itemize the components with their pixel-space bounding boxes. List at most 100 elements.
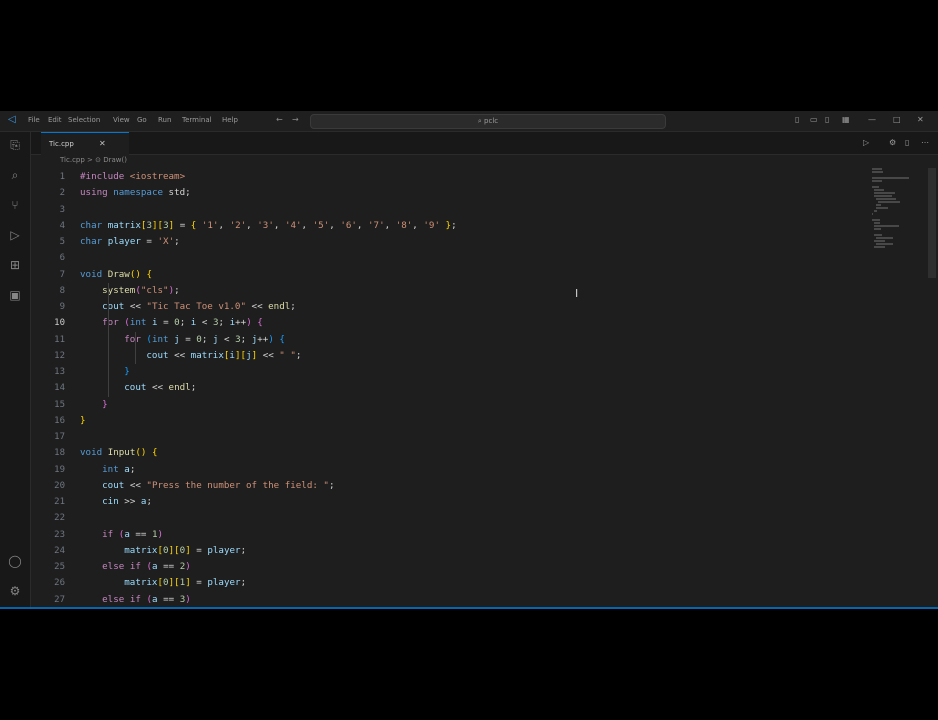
line-number: 5 <box>59 237 65 247</box>
code-line[interactable]: else if (a == 2) <box>80 559 191 575</box>
menu-item-run[interactable]: Run <box>158 116 171 124</box>
code-token: << <box>257 349 280 361</box>
code-token: ; <box>218 317 230 329</box>
menu-item-terminal[interactable]: Terminal <box>182 116 212 124</box>
code-token: cout <box>146 349 169 361</box>
code-line[interactable]: if (a == 1) <box>80 527 163 543</box>
source-control-icon[interactable]: ⑂ <box>8 198 22 212</box>
gear-icon[interactable]: ⚙ <box>8 584 22 598</box>
menu-item-file[interactable]: File <box>28 116 40 124</box>
code-line[interactable]: #include <iostream> <box>80 169 185 185</box>
menu-item-selection[interactable]: Selection <box>68 116 100 124</box>
code-line[interactable]: } <box>80 397 108 413</box>
run-debug-icon[interactable]: ▷ <box>8 228 22 242</box>
code-token: = <box>179 333 197 345</box>
title-bar: ◁ File Edit Selection View Go Run Terminal Help… <box>0 111 938 132</box>
menu-item-help[interactable]: Help <box>222 116 238 124</box>
toggle-panel-icon[interactable]: ▭ <box>810 115 818 124</box>
code-token: Input <box>107 447 136 459</box>
code-line[interactable]: void Draw() { <box>80 267 152 283</box>
search-text: pclc <box>484 117 499 125</box>
code-token: for <box>102 317 119 329</box>
minimap[interactable] <box>872 168 922 258</box>
code-token: = <box>157 317 175 329</box>
code-line[interactable]: else if (a == 3) <box>80 592 191 608</box>
code-line[interactable]: matrix[0][1] = player; <box>80 575 246 591</box>
code-token: ) <box>185 593 191 605</box>
tab-tic-cpp[interactable]: Tic.cpp ✕ <box>41 132 129 155</box>
code-token: player <box>207 577 241 589</box>
line-number: 10 <box>54 318 65 329</box>
minimap-line <box>874 210 877 212</box>
code-token: >> <box>118 496 141 507</box>
minimap-line <box>874 246 885 248</box>
code-line[interactable]: cin >> a; <box>80 494 152 510</box>
code-line[interactable]: system("cls"); <box>80 283 180 299</box>
mouse-cursor-icon: I <box>575 287 579 300</box>
code-line[interactable]: for (int j = 0; j < 3; j++) { <box>80 332 285 348</box>
vertical-scrollbar[interactable] <box>928 168 936 278</box>
menu-item-edit[interactable]: Edit <box>48 116 62 124</box>
files-icon[interactable]: ⎘ <box>8 138 22 152</box>
code-token: cout <box>124 382 147 394</box>
breadcrumb[interactable]: Tic.cpp > ⊙ Draw() <box>60 156 127 164</box>
code-line[interactable]: cout << "Press the number of the field: … <box>80 478 334 494</box>
code-line[interactable]: matrix[0][0] = player; <box>80 543 246 559</box>
code-line[interactable]: cout << matrix[i][j] << " "; <box>80 348 301 364</box>
code-token: if <box>102 528 114 540</box>
code-token: ; <box>240 544 247 556</box>
search-icon[interactable]: ⌕ <box>8 168 22 182</box>
code-token: void <box>80 268 103 280</box>
debug-icon[interactable]: ⚙ <box>889 138 896 147</box>
maximize-icon[interactable]: □ <box>893 115 901 124</box>
code-token: int <box>102 463 119 475</box>
code-line[interactable]: char matrix[3][3] = { '1', '2', '3', '4'… <box>80 218 457 234</box>
menu-item-view[interactable]: View <box>113 116 130 124</box>
split-editor-icon[interactable]: ▯ <box>905 138 909 147</box>
minimap-line <box>876 198 897 200</box>
more-actions-icon[interactable]: ⋯ <box>921 138 929 147</box>
extensions-icon[interactable]: ⊞ <box>8 258 22 272</box>
code-token: '1' <box>201 219 219 231</box>
code-line[interactable]: } <box>80 413 86 429</box>
close-icon[interactable]: ✕ <box>917 115 924 124</box>
code-token: namespace <box>113 187 164 199</box>
code-line[interactable]: int a; <box>80 462 135 478</box>
code-line[interactable]: char player = 'X'; <box>80 234 180 250</box>
code-token: = <box>174 219 191 231</box>
run-icon[interactable]: ▷ <box>863 138 869 147</box>
line-number: 16 <box>54 415 65 426</box>
menu-item-go[interactable]: Go <box>137 116 147 124</box>
code-line[interactable]: void Input() { <box>80 445 158 461</box>
account-icon[interactable]: ◯ <box>8 554 22 568</box>
forward-button[interactable]: → <box>292 115 299 124</box>
minimize-icon[interactable]: — <box>868 115 876 124</box>
minimap-line <box>878 201 900 203</box>
code-token: < <box>218 333 236 345</box>
code-line[interactable]: cout << "Tic Tac Toe v1.0" << endl; <box>80 299 296 315</box>
code-token: player <box>107 236 141 247</box>
minimap-line <box>876 243 893 245</box>
toggle-primary-sidebar-icon[interactable]: ▯ <box>795 115 799 124</box>
code-token: cout <box>102 479 125 491</box>
code-token: endl <box>268 301 291 312</box>
code-line[interactable]: } <box>80 364 130 380</box>
code-line[interactable]: using namespace std; <box>80 185 191 201</box>
close-icon[interactable]: ✕ <box>99 139 106 148</box>
back-button[interactable]: ← <box>276 115 283 124</box>
vscode-window: ◁ File Edit Selection View Go Run Terminal Help… <box>0 111 938 609</box>
code-token: ++ <box>235 317 247 329</box>
command-center-search[interactable]: ⌕ pclc <box>310 114 666 129</box>
code-token: ; <box>240 333 252 345</box>
code-token: 'X' <box>157 236 175 247</box>
line-number: 18 <box>54 448 65 459</box>
code-line[interactable]: cout << endl; <box>80 380 196 396</box>
customize-layout-icon[interactable]: ▦ <box>842 115 850 124</box>
remote-explorer-icon[interactable]: ▣ <box>8 288 22 302</box>
code-token: { <box>146 268 152 280</box>
toggle-secondary-sidebar-icon[interactable]: ▯ <box>825 115 829 124</box>
code-token: = <box>190 544 208 556</box>
